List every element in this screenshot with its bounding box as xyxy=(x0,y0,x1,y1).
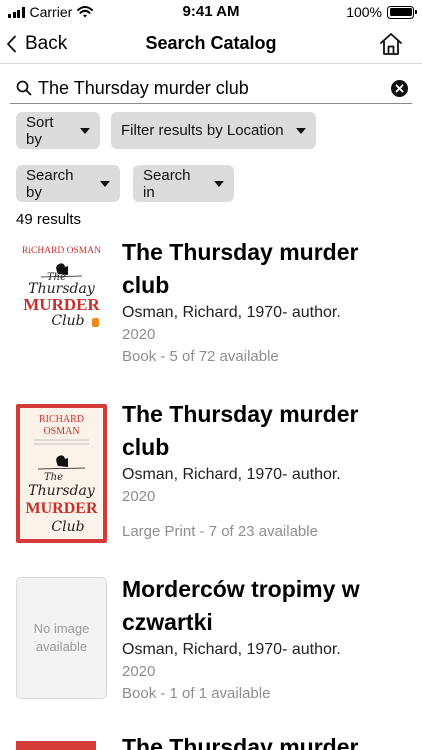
result-availability: Book - 5 of 72 available xyxy=(122,348,279,365)
svg-text:The: The xyxy=(44,472,63,483)
cover-figure xyxy=(56,455,68,467)
result-item[interactable]: The Thursday murder xyxy=(0,737,422,750)
result-item[interactable]: RiCHARD OSMAN The Thursday MURDER Club T… xyxy=(0,239,422,370)
book-cover xyxy=(16,741,96,750)
search-icon xyxy=(16,80,32,96)
caret-down-icon xyxy=(80,127,90,134)
cover-author-text: RiCHARD OSMAN xyxy=(22,246,101,256)
result-item[interactable]: RICHARD OSMAN The Thursday MURDER Club T… xyxy=(0,401,422,552)
filter-location-label: Filter results by Location xyxy=(121,122,284,139)
result-year: 2020 xyxy=(122,326,156,343)
search-input[interactable] xyxy=(38,74,378,102)
svg-text:MURDER: MURDER xyxy=(26,500,98,517)
book-cover-art: RiCHARD OSMAN The Thursday MURDER Club xyxy=(22,246,101,329)
sort-by-label: Sort by xyxy=(26,113,54,148)
page-title: Search Catalog xyxy=(145,33,277,53)
book-cover: RICHARD OSMAN The Thursday MURDER Club xyxy=(16,404,107,543)
svg-text:RICHARD: RICHARD xyxy=(39,414,84,425)
navigation-bar: Back Search Catalog xyxy=(0,24,422,64)
filter-location-dropdown[interactable]: Filter results by Location xyxy=(111,112,316,149)
book-cover: RiCHARD OSMAN The Thursday MURDER Club xyxy=(16,240,107,332)
no-image-placeholder: No image available xyxy=(16,577,107,699)
caret-down-icon xyxy=(296,127,306,134)
publisher-logo xyxy=(92,318,99,327)
result-author: Osman, Richard, 1970- author. xyxy=(122,641,341,658)
search-by-dropdown[interactable]: Search by xyxy=(16,165,120,202)
book-cover-art: RICHARD OSMAN The Thursday MURDER Club xyxy=(26,414,98,535)
status-right: 100% xyxy=(346,4,417,20)
result-year: 2020 xyxy=(122,663,156,680)
clear-search-button[interactable] xyxy=(391,80,408,97)
sort-by-dropdown[interactable]: Sort by xyxy=(16,112,100,149)
svg-text:Club: Club xyxy=(51,313,84,329)
no-image-label: No image available xyxy=(33,621,90,654)
result-title: The Thursday murder club xyxy=(122,239,359,298)
result-author: Osman, Richard, 1970- author. xyxy=(122,466,341,483)
result-availability: Large Print - 7 of 23 available xyxy=(122,523,318,540)
status-bar: Carrier 9:41 AM 100% xyxy=(0,0,422,24)
result-title: The Thursday murder xyxy=(122,737,359,750)
result-year: 2020 xyxy=(122,488,156,505)
svg-text:Thursday: Thursday xyxy=(28,483,96,499)
close-icon xyxy=(395,84,404,93)
svg-text:Club: Club xyxy=(51,519,84,535)
results-count: 49 results xyxy=(16,211,82,228)
svg-text:MURDER: MURDER xyxy=(23,295,100,314)
caret-down-icon xyxy=(100,180,110,187)
result-title: The Thursday murder club xyxy=(122,401,359,460)
home-icon xyxy=(380,33,402,55)
caret-down-icon xyxy=(214,180,224,187)
home-button[interactable] xyxy=(378,31,404,57)
search-bar xyxy=(10,72,412,104)
search-in-dropdown[interactable]: Search in xyxy=(133,165,234,202)
svg-text:OSMAN: OSMAN xyxy=(43,426,79,437)
battery-percent: 100% xyxy=(346,4,382,20)
result-item[interactable]: No image available Morderców tropimy w c… xyxy=(0,576,422,707)
battery-icon xyxy=(387,5,417,19)
search-by-label: Search by xyxy=(26,166,74,201)
search-in-label: Search in xyxy=(143,166,191,201)
result-author: Osman, Richard, 1970- author. xyxy=(122,304,341,321)
result-title: Morderców tropimy w czwartki xyxy=(122,576,360,635)
result-availability: Book - 1 of 1 available xyxy=(122,685,271,702)
